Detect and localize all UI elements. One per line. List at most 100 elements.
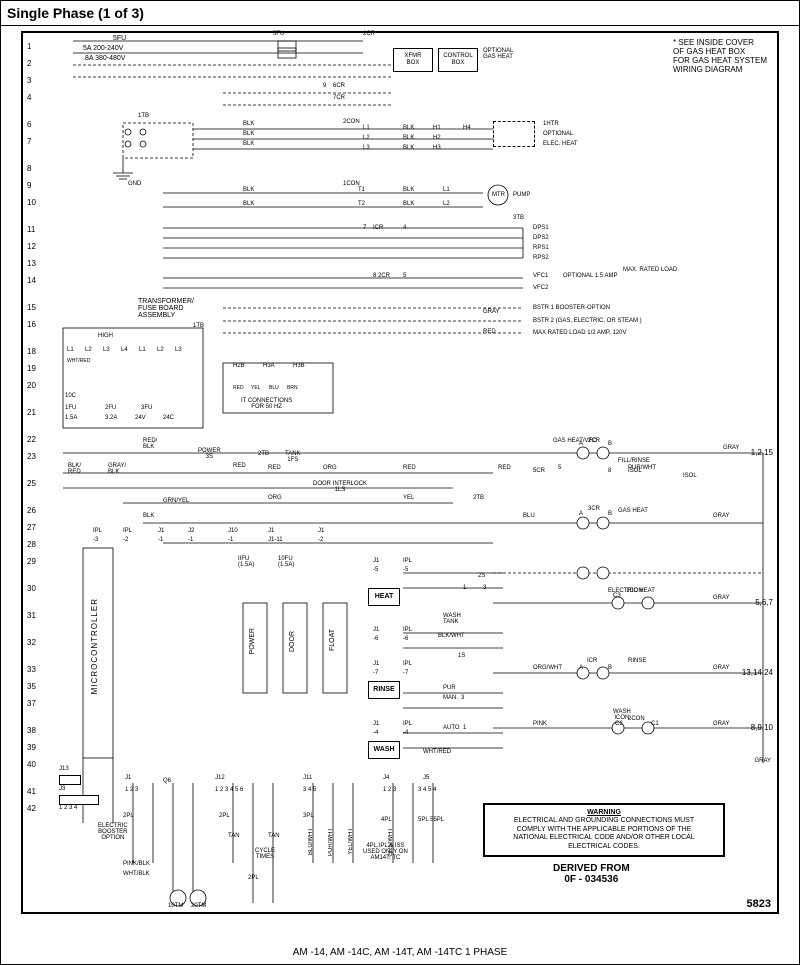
j4-btm: J4	[383, 775, 389, 781]
gray2: GRAY	[713, 513, 730, 519]
blk-t1: BLK	[243, 187, 254, 193]
row-num: 4	[27, 89, 36, 106]
tb2b: 2TB	[473, 495, 484, 501]
pl5-55: 5PL 55PL	[418, 817, 444, 823]
power3s: POWER 3S	[198, 448, 221, 460]
derived-line1: DERIVED FROM	[553, 863, 630, 874]
isol: ISOL	[628, 468, 642, 474]
row-num: 15	[27, 299, 36, 316]
optional-amp: OPTIONAL 1.5 AMP	[563, 273, 617, 279]
ipl-5: IPL	[403, 558, 412, 564]
doc-number: 5823	[747, 898, 771, 910]
row-num: 42	[27, 800, 36, 817]
row-num: 28	[27, 536, 36, 553]
l2a: L2	[363, 135, 370, 141]
dps1: DPS1	[533, 225, 549, 231]
row-num: 11	[27, 221, 36, 238]
brn-a: BRN	[287, 385, 298, 391]
pl4: 4PL	[381, 817, 392, 823]
pl2b: 2PL	[219, 813, 230, 819]
red4: RED	[498, 465, 511, 471]
xfmr-box: XFMR BOX	[393, 48, 433, 72]
j1-b: J1	[268, 528, 274, 534]
j1-4a: J1	[373, 721, 379, 727]
fu3: 3FU	[141, 405, 152, 411]
a: A	[579, 441, 583, 447]
ipl-b: IPL	[123, 528, 132, 534]
t1: T1	[358, 187, 365, 193]
grnyel: GRN/YEL	[163, 498, 189, 504]
amp-label-1: 5A 200-240V	[83, 45, 123, 52]
ipl-a: IPL	[93, 528, 102, 534]
s2: 2S	[478, 573, 485, 579]
rps1: RPS1	[533, 245, 549, 251]
ref-1-2-15: 1,2,15	[751, 448, 773, 457]
gray3: GRAY	[713, 595, 730, 601]
tb2: 2TB	[258, 451, 269, 457]
row-num: 38	[27, 722, 36, 739]
j5-lbls: 3 4 5 4	[418, 787, 436, 793]
row-num: 2	[27, 55, 36, 72]
row-num: 19	[27, 360, 36, 377]
row-num: 30	[27, 580, 36, 597]
j1-a: J1	[158, 528, 164, 534]
optional: OPTIONAL	[543, 131, 573, 137]
red-w: RED	[483, 329, 496, 335]
amp-label-2: .8A 380-480V	[83, 55, 125, 62]
j10-a: J10	[228, 528, 238, 534]
v24a: 24V	[135, 415, 146, 421]
row-num: 41	[27, 783, 36, 800]
tb3: 3TB	[513, 215, 524, 221]
icr-b: ICR	[587, 658, 597, 664]
schematic-wires	[23, 33, 783, 913]
cr7: 7CR	[333, 95, 345, 101]
row-num: 22	[27, 431, 36, 448]
rinse-label: RINSE	[368, 681, 400, 699]
isol2: ISOL	[683, 473, 697, 479]
con1b: 1CON	[626, 588, 643, 594]
power-sw: POWER	[249, 628, 256, 654]
gray4: GRAY	[713, 665, 730, 671]
j1-5a: J1	[373, 558, 379, 564]
footer-caption: AM -14, AM -14C, AM -14T, AM -14TC 1 PHA…	[1, 947, 799, 958]
red-a: RED	[233, 385, 244, 391]
row-num: 32	[27, 634, 36, 651]
pl3: 3PL	[303, 813, 314, 819]
blk-t2: BLK	[243, 201, 254, 207]
row-num: 13	[27, 255, 36, 272]
max-load-2: MAX RATED LOAD 1/2 AMP, 120V	[533, 330, 626, 336]
grayblk: GRAY/ BLK	[108, 463, 126, 475]
bstr1: BSTR 1 BOOSTER-OPTION	[533, 305, 610, 311]
derived-from: DERIVED FROM 0F - 034536	[553, 863, 630, 885]
row-num: 14	[27, 272, 36, 289]
row-num: 12	[27, 238, 36, 255]
h1: H1	[433, 125, 441, 131]
tm10: 10TM	[168, 903, 183, 909]
heater-resistor	[493, 121, 535, 147]
blk-l1: BLK	[403, 187, 414, 193]
cr5: 5CR	[533, 468, 545, 474]
amp32: 3.2A	[105, 415, 117, 421]
page-title: Single Phase (1 of 3)	[1, 1, 799, 26]
cr8: 8	[373, 273, 376, 279]
c24a: 24C	[163, 415, 174, 421]
cr6: 6CR	[333, 83, 345, 89]
rps2: RPS2	[533, 255, 549, 261]
blk-h2: BLK	[403, 135, 414, 141]
pump: PUMP	[513, 192, 530, 198]
iifu: IIFU (1.5A)	[238, 556, 254, 568]
l3a: L3	[363, 145, 370, 151]
row-num: 40	[27, 756, 36, 773]
vfc1: VFC1	[533, 273, 548, 279]
tan2: TAN	[268, 833, 280, 839]
yel-a: YEL	[251, 385, 260, 391]
h2b: H2B	[233, 363, 245, 369]
fu5-2: 5FU	[273, 31, 284, 37]
l1b: L1	[443, 187, 450, 193]
j1-lbls: 1 2 3	[125, 787, 138, 793]
wire-blk-1: BLK	[243, 121, 254, 127]
fu-label: 5FU	[113, 35, 126, 42]
pl2-c: 2PL	[248, 875, 259, 881]
row-num: 25	[27, 475, 36, 492]
j1-7a: J1	[373, 661, 379, 667]
